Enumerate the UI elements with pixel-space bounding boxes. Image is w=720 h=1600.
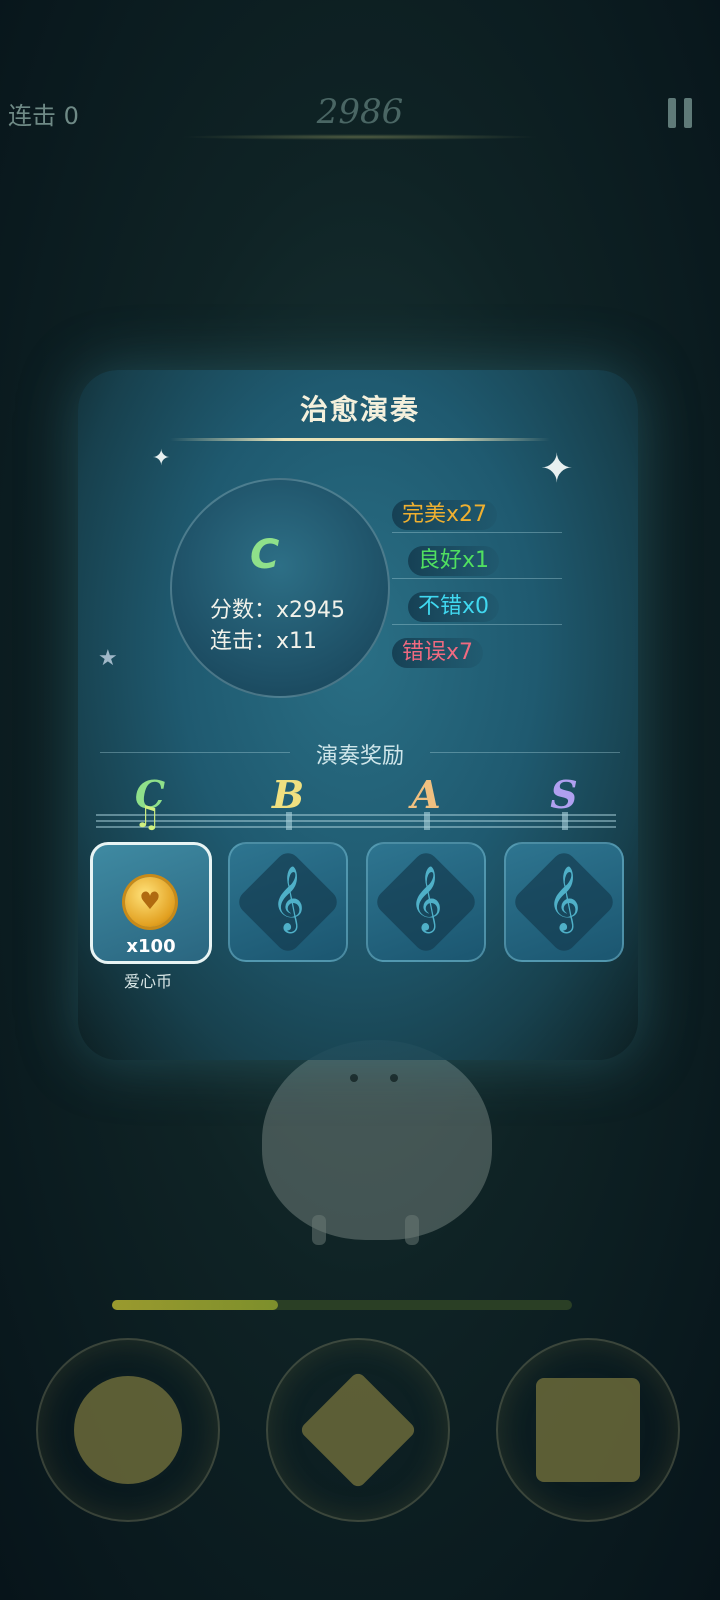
rank-a-icon: A: [411, 772, 441, 817]
judgement-miss: 错误x7: [392, 638, 484, 668]
square-icon: [536, 1378, 640, 1482]
judgement-perfect: 完美x27: [392, 500, 498, 530]
circle-pad-button[interactable]: [36, 1338, 220, 1522]
diamond-pad-button[interactable]: [266, 1338, 450, 1522]
combo-value: 连击：x11: [210, 629, 318, 654]
pause-button[interactable]: [668, 98, 692, 128]
reward-name: 爱心币: [123, 972, 172, 991]
judgement-divider: [392, 578, 562, 579]
score-value: 分数：x2945: [210, 598, 346, 623]
grade-c-icon: C: [250, 532, 280, 578]
judgement-good: 良好x1: [408, 546, 500, 576]
reward-section-title: 演奏奖励: [315, 744, 404, 769]
pause-icon: [668, 98, 676, 128]
panel-title: 治愈演奏: [299, 393, 420, 426]
reward-divider: [430, 752, 620, 753]
reward-heart-coin[interactable]: ♥ x100: [90, 842, 212, 964]
creature-eye: [350, 1074, 358, 1082]
diamond-icon: [298, 1370, 418, 1490]
reward-locked-b[interactable]: 𝄞: [228, 842, 348, 962]
rank-s-icon: S: [550, 772, 578, 817]
judgement-divider: [392, 624, 562, 625]
score-glow: [180, 134, 540, 140]
staff-line: [96, 820, 616, 822]
treble-clef-icon: 𝄞: [271, 866, 305, 931]
staff-line: [96, 814, 616, 816]
song-progress-fill: [112, 1300, 278, 1310]
sparkle-icon: ✦: [152, 446, 171, 471]
star-icon: ★: [98, 646, 118, 671]
creature-leg: [405, 1215, 419, 1245]
sparkle-icon: ✦: [540, 446, 574, 492]
music-note-icon: ♫: [134, 800, 161, 835]
reward-locked-s[interactable]: 𝄞: [504, 842, 624, 962]
background-creature: [262, 1040, 492, 1240]
reward-quantity: x100: [126, 936, 176, 957]
treble-clef-icon: 𝄞: [409, 866, 443, 931]
judgement-ok: 不错x0: [408, 592, 500, 622]
reward-divider: [100, 752, 290, 753]
circle-icon: [74, 1376, 182, 1484]
staff-marker: [424, 812, 430, 830]
square-pad-button[interactable]: [496, 1338, 680, 1522]
rank-b-icon: B: [271, 772, 305, 817]
score-display: 2986: [316, 92, 404, 132]
score-circle: [170, 478, 390, 698]
staff-marker: [286, 812, 292, 830]
reward-locked-a[interactable]: 𝄞: [366, 842, 486, 962]
staff-marker: [562, 812, 568, 830]
judgement-divider: [392, 532, 562, 533]
title-divider: [170, 438, 550, 441]
staff-line: [96, 826, 616, 828]
heart-coin-icon: ♥: [125, 877, 175, 927]
treble-clef-icon: 𝄞: [547, 866, 581, 931]
creature-eye: [390, 1074, 398, 1082]
creature-leg: [312, 1215, 326, 1245]
